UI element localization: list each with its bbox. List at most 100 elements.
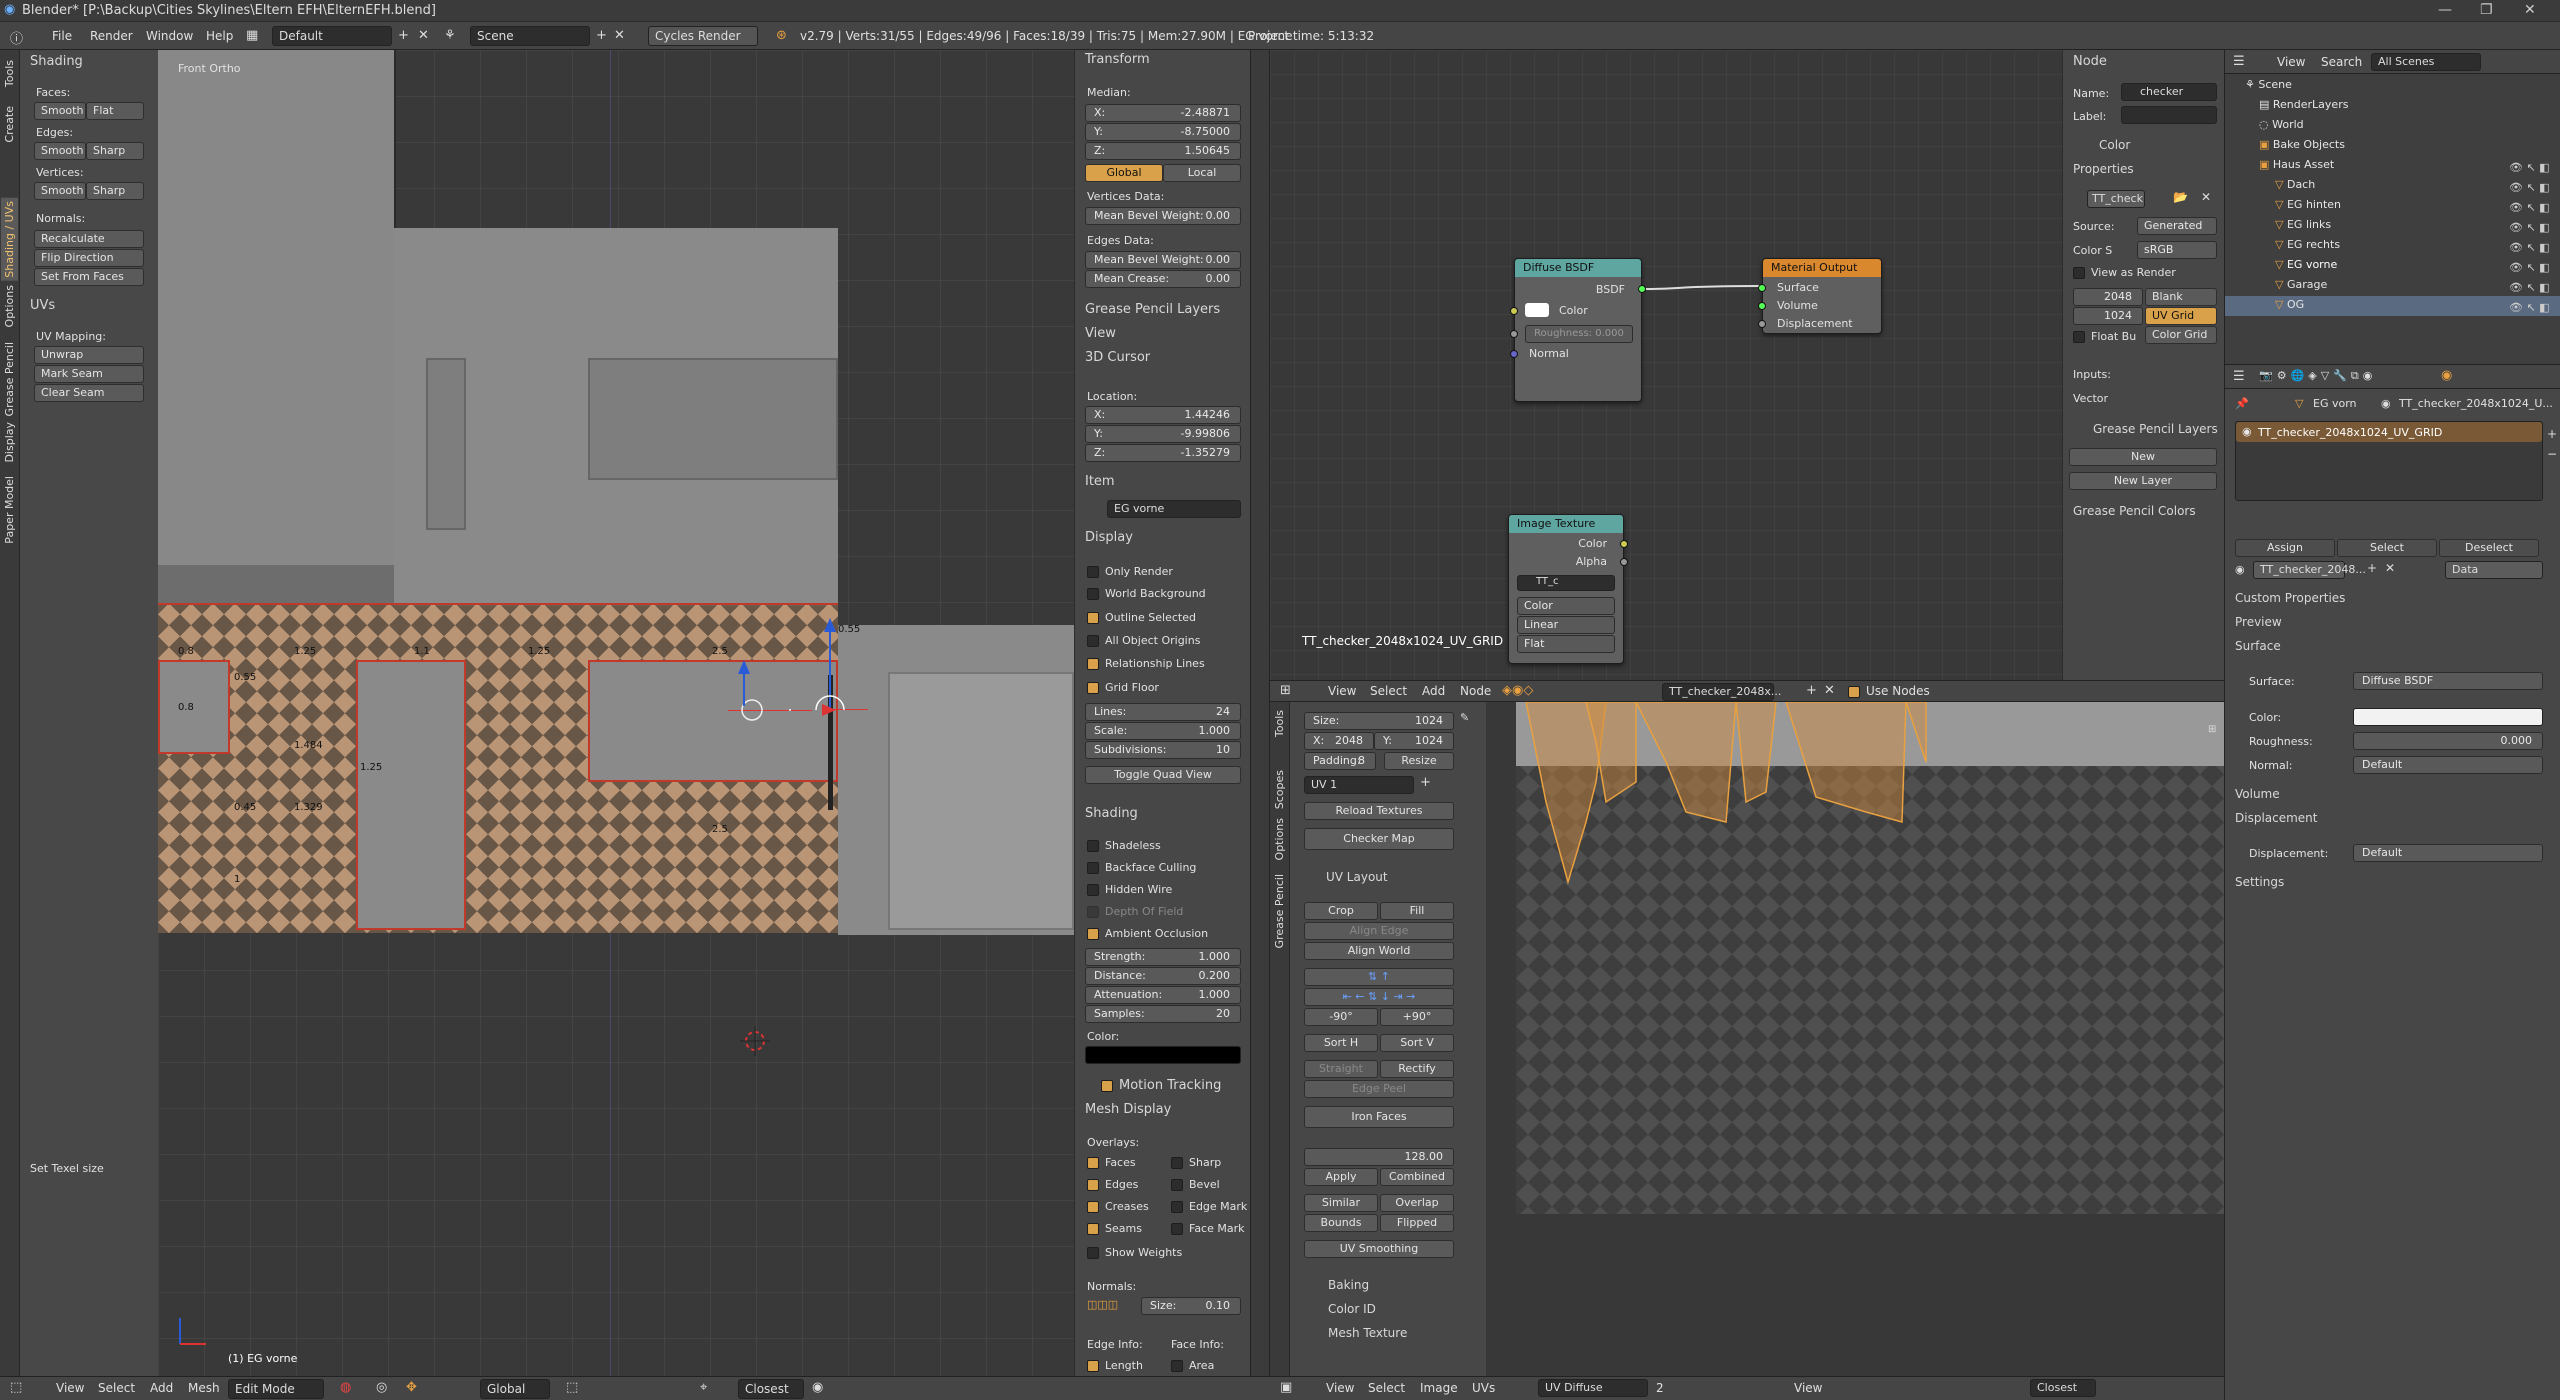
surface-header[interactable]: Surface — [2235, 639, 2281, 653]
overlay-bevel-checkbox[interactable] — [1171, 1179, 1183, 1191]
use-nodes-checkbox[interactable] — [1848, 686, 1860, 698]
color-space-field[interactable]: sRGB — [2137, 241, 2217, 259]
uv-menu-image[interactable]: Image — [1420, 1381, 1458, 1395]
roughness-socket[interactable] — [1510, 330, 1518, 338]
node-properties-header[interactable]: Properties — [2073, 162, 2134, 176]
outliner-row-eg-vorne[interactable]: ▽ EG vorne — [2275, 258, 2337, 271]
material-output-node[interactable]: Material Output Surface Volume Displacem… — [1758, 258, 1882, 334]
ao-color-swatch[interactable] — [1085, 1046, 1241, 1064]
surface-color-swatch[interactable] — [2353, 708, 2543, 726]
mark-seam-button[interactable]: Mark Seam — [34, 365, 144, 383]
outliner-row-dach[interactable]: ▽ Dach — [2275, 178, 2315, 191]
node-name-field[interactable]: checker — [2121, 83, 2217, 101]
shading-header[interactable]: Shading — [30, 54, 83, 69]
remove-scene-icon[interactable]: ✕ — [614, 28, 625, 43]
align-edge-button[interactable]: Align Edge — [1304, 922, 1454, 940]
outliner-row-eg-rechts[interactable]: ▽ EG rechts — [2275, 238, 2340, 251]
menu-help[interactable]: Help — [206, 29, 233, 43]
tab-paper-model[interactable]: Paper Model — [3, 476, 16, 544]
diffuse-bsdf-node[interactable]: Diffuse BSDF BSDF Color Roughness: 0.000… — [1510, 258, 1646, 402]
relationship-lines-checkbox[interactable] — [1087, 658, 1099, 670]
shadeless-checkbox[interactable] — [1087, 840, 1099, 852]
minimize-icon[interactable]: — — [2438, 2, 2452, 18]
add-slot-icon[interactable]: + — [2547, 427, 2557, 441]
cursor-y-field[interactable]: Y: -9.99806 — [1085, 425, 1241, 443]
face-area-checkbox[interactable] — [1171, 1360, 1183, 1372]
blank-button[interactable]: Blank — [2145, 288, 2217, 306]
overlay-faces-checkbox[interactable] — [1087, 1157, 1099, 1169]
flip-direction-button[interactable]: Flip Direction — [34, 249, 144, 267]
overlay-seams-checkbox[interactable] — [1087, 1223, 1099, 1235]
shader-type-icons[interactable]: ◈◉◇ — [1502, 683, 1533, 698]
world-background-checkbox[interactable] — [1087, 588, 1099, 600]
similar-button[interactable]: Similar — [1304, 1194, 1378, 1212]
new-gp-button[interactable]: New — [2069, 448, 2217, 466]
grid-subdivisions-field[interactable]: Subdivisions: 10 — [1085, 741, 1241, 759]
show-weights-checkbox[interactable] — [1087, 1247, 1099, 1259]
volume-input-socket[interactable] — [1758, 302, 1766, 310]
tab-tools[interactable]: Tools — [3, 60, 16, 87]
ao-distance-field[interactable]: Distance: 0.200 — [1085, 967, 1241, 985]
node-label-field[interactable] — [2121, 106, 2217, 124]
preview-header[interactable]: Preview — [2235, 615, 2282, 629]
item-name-field[interactable]: EG vorne — [1107, 500, 1241, 518]
crop-button[interactable]: Crop — [1304, 902, 1378, 920]
vertex-bevel-weight-field[interactable]: Mean Bevel Weight: 0.00 — [1085, 207, 1241, 225]
displacement-input-socket[interactable] — [1758, 320, 1766, 328]
source-selector[interactable]: Generated — [2137, 217, 2217, 235]
edge-peel-button[interactable]: Edge Peel — [1304, 1080, 1454, 1098]
node-menu-select[interactable]: Select — [1370, 684, 1407, 698]
node-menu-node[interactable]: Node — [1460, 684, 1491, 698]
context-tabs-icons[interactable]: 📷⚙🌐◈▽🔧⧉◉ — [2259, 369, 2376, 383]
color-space-selector[interactable]: Color — [1517, 597, 1615, 615]
toggle-quad-view-button[interactable]: Toggle Quad View — [1085, 766, 1241, 784]
align-arrows-row[interactable]: ⇅ ↑ — [1304, 968, 1454, 986]
uv-menu-view[interactable]: View — [1326, 1381, 1354, 1395]
overlap-button[interactable]: Overlap — [1380, 1194, 1454, 1212]
uv-islands[interactable] — [1486, 702, 2224, 942]
faces-smooth-button[interactable]: Smooth — [34, 102, 86, 120]
overlay-creases-checkbox[interactable] — [1087, 1201, 1099, 1213]
unwrap-button[interactable]: Unwrap — [34, 346, 144, 364]
image-size-field[interactable]: Size: 1024 — [1304, 712, 1454, 730]
mesh-texture-header[interactable]: Mesh Texture — [1300, 1326, 1407, 1340]
manipulator-icon[interactable]: ✥ — [406, 1380, 417, 1395]
texel-density-field[interactable]: 128.00 — [1304, 1148, 1454, 1166]
fill-button[interactable]: Fill — [1380, 902, 1454, 920]
cursor-z-field[interactable]: Z: -1.35279 — [1085, 444, 1241, 462]
uvs-header[interactable]: UVs — [30, 298, 55, 313]
menu-file[interactable]: File — [52, 29, 72, 43]
gen-height-field[interactable]: 1024 — [2073, 307, 2143, 325]
overlay-edge-mark-checkbox[interactable] — [1171, 1201, 1183, 1213]
material-slot-list[interactable]: ◉ TT_checker_2048x1024_UV_GRID — [2235, 421, 2543, 501]
tex-alpha-output-socket[interactable] — [1620, 558, 1628, 566]
menu-render[interactable]: Render — [90, 29, 133, 43]
roughness-field[interactable]: Roughness: 0.000 — [1525, 325, 1633, 343]
material-tab-icon[interactable]: ◉ — [2441, 368, 2452, 383]
tex-color-output-socket[interactable] — [1620, 540, 1628, 548]
open-image-icon[interactable]: 📂 — [2173, 190, 2188, 204]
outliner-display-mode[interactable]: All Scenes — [2371, 53, 2481, 71]
outliner-search-menu[interactable]: Search — [2321, 55, 2362, 69]
checker-map-button[interactable]: Checker Map — [1304, 828, 1454, 850]
node-color-header[interactable]: Color — [2073, 138, 2130, 152]
flipped-button[interactable]: Flipped — [1380, 1214, 1454, 1232]
overlay-face-mark-checkbox[interactable] — [1171, 1223, 1183, 1235]
hidden-wire-checkbox[interactable] — [1087, 884, 1099, 896]
render-icon[interactable]: ◉ — [812, 1380, 823, 1395]
select-button[interactable]: Select — [2337, 539, 2437, 557]
editor-type-icon[interactable]: ⓘ — [10, 28, 23, 47]
faces-flat-button[interactable]: Flat — [86, 102, 144, 120]
layout-selector[interactable]: Default — [272, 26, 392, 46]
image-texture-node[interactable]: Image Texture Color Alpha TT_c Color Lin… — [1508, 514, 1628, 664]
node-editor-type-icon[interactable]: ⊞ — [1280, 683, 1291, 698]
window-face-1[interactable] — [158, 660, 230, 754]
restore-icon[interactable]: ❐ — [2480, 2, 2493, 18]
image-texture-title[interactable]: Image Texture — [1509, 515, 1623, 533]
uv-editor-type-icon[interactable]: ▣ — [1280, 1380, 1292, 1395]
rotate-pos90-button[interactable]: +90° — [1380, 1008, 1454, 1026]
add-scene-icon[interactable]: + — [596, 28, 607, 43]
properties-type-icon[interactable]: ☰ — [2233, 369, 2245, 384]
footer-mesh[interactable]: Mesh — [188, 1381, 220, 1395]
uv-editor-plus-icon[interactable]: ⊞ — [2208, 724, 2216, 735]
